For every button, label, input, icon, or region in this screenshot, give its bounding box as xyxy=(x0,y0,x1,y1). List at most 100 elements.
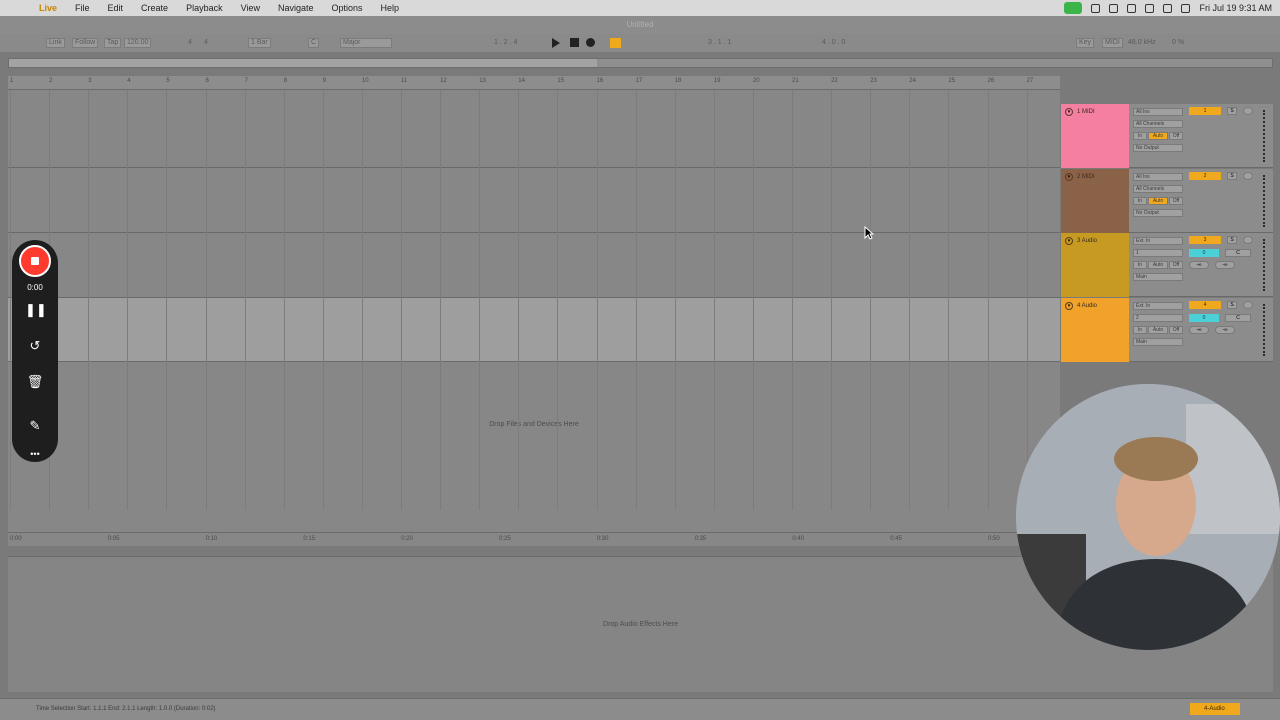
search-icon[interactable] xyxy=(1163,3,1173,13)
tap-button[interactable]: Tap xyxy=(104,38,122,48)
arrangement-position[interactable]: 1 . 2 . 4 xyxy=(494,38,517,48)
track-header[interactable]: ▾ 4 Audio Ext. In 2 In Auto Off Main 4 S 0 C -∞ -∞ xyxy=(1061,298,1273,362)
menu-live[interactable]: Live xyxy=(30,3,66,13)
pan-field[interactable]: C xyxy=(1225,249,1251,257)
key-map-button[interactable]: Key xyxy=(1076,38,1095,48)
selected-track-indicator[interactable]: 4-Audio xyxy=(1190,703,1240,715)
menu-view[interactable]: View xyxy=(232,3,269,13)
output-dropdown[interactable]: Main xyxy=(1133,338,1183,346)
send-a-field[interactable]: -∞ xyxy=(1189,261,1209,269)
track-name[interactable]: 4 Audio xyxy=(1077,303,1097,309)
monitor-off-button[interactable]: Off xyxy=(1169,261,1183,269)
track-activator-button[interactable]: 1 xyxy=(1189,107,1221,115)
fold-icon[interactable]: ▾ xyxy=(1065,237,1073,245)
monitor-in-button[interactable]: In xyxy=(1133,197,1147,205)
input-type-dropdown[interactable]: Ext. In xyxy=(1133,237,1183,245)
track-activator-button[interactable]: 2 xyxy=(1189,172,1221,180)
track-header[interactable]: ▾ 3 Audio Ext. In 1 In Auto Off Main 3 S 0 C -∞ -∞ xyxy=(1061,233,1273,297)
input-channel-dropdown[interactable]: All Channels xyxy=(1133,120,1183,128)
track-name[interactable]: 3 Audio xyxy=(1077,238,1097,244)
follow-button[interactable]: Follow xyxy=(72,38,99,48)
monitor-off-button[interactable]: Off xyxy=(1169,326,1183,334)
play-button[interactable] xyxy=(552,38,560,48)
menu-help[interactable]: Help xyxy=(372,3,409,13)
track-name[interactable]: 2 MIDI xyxy=(1077,174,1095,180)
monitor-auto-button[interactable]: Auto xyxy=(1148,132,1168,140)
restart-icon[interactable]: ↺ xyxy=(25,336,45,356)
draw-mode-icon[interactable] xyxy=(610,38,621,48)
time-sig-denominator[interactable]: 4 xyxy=(204,38,208,48)
time-ruler[interactable]: 0:00 0:05 0:10 0:15 0:20 0:25 0:30 0:35 0:40 0:45… xyxy=(8,532,1060,546)
overview-selection[interactable] xyxy=(9,59,597,67)
menubar-clock[interactable]: Fri Jul 19 9:31 AM xyxy=(1199,3,1272,13)
trash-icon[interactable]: 🗑 xyxy=(25,372,45,392)
stop-recording-button[interactable] xyxy=(19,245,51,277)
monitor-auto-button[interactable]: Auto xyxy=(1148,261,1168,269)
monitor-in-button[interactable]: In xyxy=(1133,132,1147,140)
fold-icon[interactable]: ▾ xyxy=(1065,173,1073,181)
arm-button[interactable] xyxy=(1243,236,1253,244)
output-dropdown[interactable]: No Output xyxy=(1133,144,1183,152)
tempo-field[interactable]: 120.00 xyxy=(124,38,152,48)
input-channel-dropdown[interactable]: All Channels xyxy=(1133,185,1183,193)
more-icon[interactable]: ••• xyxy=(25,444,45,464)
input-channel-dropdown[interactable]: 2 xyxy=(1133,314,1183,322)
arrangement-overview[interactable] xyxy=(8,58,1273,68)
screen-icon[interactable] xyxy=(1091,3,1101,13)
pan-field[interactable]: C xyxy=(1225,314,1251,322)
wifi-icon[interactable] xyxy=(1145,3,1155,13)
input-type-dropdown[interactable]: All Ins xyxy=(1133,108,1183,116)
battery-icon[interactable] xyxy=(1127,3,1137,13)
arm-button[interactable] xyxy=(1243,172,1253,180)
record-button[interactable] xyxy=(586,38,595,47)
track-activator-button[interactable]: 4 xyxy=(1189,301,1221,309)
input-type-dropdown[interactable]: Ext. In xyxy=(1133,302,1183,310)
menu-create[interactable]: Create xyxy=(132,3,177,13)
monitor-off-button[interactable]: Off xyxy=(1169,132,1183,140)
monitor-off-button[interactable]: Off xyxy=(1169,197,1183,205)
monitor-auto-button[interactable]: Auto xyxy=(1148,326,1168,334)
send-b-field[interactable]: -∞ xyxy=(1215,261,1235,269)
solo-button[interactable]: S xyxy=(1227,301,1237,309)
monitor-in-button[interactable]: In xyxy=(1133,261,1147,269)
quantization-dropdown[interactable]: 1 Bar xyxy=(248,38,271,48)
fold-icon[interactable]: ▾ xyxy=(1065,108,1073,116)
solo-button[interactable]: S xyxy=(1227,107,1237,115)
monitor-in-button[interactable]: In xyxy=(1133,326,1147,334)
pencil-icon[interactable]: ✎ xyxy=(25,416,45,436)
key-dropdown[interactable]: C xyxy=(308,38,320,48)
link-button[interactable]: Link xyxy=(46,38,65,48)
fold-icon[interactable]: ▾ xyxy=(1065,302,1073,310)
menu-options[interactable]: Options xyxy=(322,3,371,13)
volume-field[interactable]: 0 xyxy=(1189,249,1219,257)
control-center-icon[interactable] xyxy=(1181,3,1191,13)
track-activator-button[interactable]: 3 xyxy=(1189,236,1221,244)
output-dropdown[interactable]: No Output xyxy=(1133,209,1183,217)
track-header[interactable]: ▾ 1 MIDI All Ins All Channels In Auto Off No Ou… xyxy=(1061,104,1273,168)
output-dropdown[interactable]: Main xyxy=(1133,273,1183,281)
arrangement-view[interactable]: 1 2 3 4 5 6 7 8 9 10 11 12 13 14 15 16 17 18 19 20 21 22 23 24 2… xyxy=(8,76,1060,546)
menu-playback[interactable]: Playback xyxy=(177,3,232,13)
menu-edit[interactable]: Edit xyxy=(99,3,133,13)
bar-ruler[interactable]: 1 2 3 4 5 6 7 8 9 10 11 12 13 14 15 16 17 18 19 20 21 22 23 24 2… xyxy=(8,76,1060,90)
time-sig-numerator[interactable]: 4 xyxy=(188,38,192,48)
arm-button[interactable] xyxy=(1243,301,1253,309)
input-type-dropdown[interactable]: All Ins xyxy=(1133,173,1183,181)
menu-file[interactable]: File xyxy=(66,3,99,13)
track-name[interactable]: 1 MIDI xyxy=(1077,109,1095,115)
track-header[interactable]: ▾ 2 MIDI All Ins All Channels In Auto Off No Ou… xyxy=(1061,169,1273,233)
stop-button[interactable] xyxy=(570,38,579,47)
monitor-auto-button[interactable]: Auto xyxy=(1148,197,1168,205)
pause-icon[interactable]: ❚❚ xyxy=(25,300,47,320)
solo-button[interactable]: S xyxy=(1227,236,1237,244)
send-a-field[interactable]: -∞ xyxy=(1189,326,1209,334)
scale-dropdown[interactable]: Major xyxy=(340,38,392,48)
gear-icon[interactable] xyxy=(1109,3,1119,13)
midi-map-button[interactable]: MIDI xyxy=(1102,38,1123,48)
volume-field[interactable]: 0 xyxy=(1189,314,1219,322)
send-b-field[interactable]: -∞ xyxy=(1215,326,1235,334)
loop-length[interactable]: 4 . 0 . 0 xyxy=(822,38,845,48)
arm-button[interactable] xyxy=(1243,107,1253,115)
solo-button[interactable]: S xyxy=(1227,172,1237,180)
input-channel-dropdown[interactable]: 1 xyxy=(1133,249,1183,257)
